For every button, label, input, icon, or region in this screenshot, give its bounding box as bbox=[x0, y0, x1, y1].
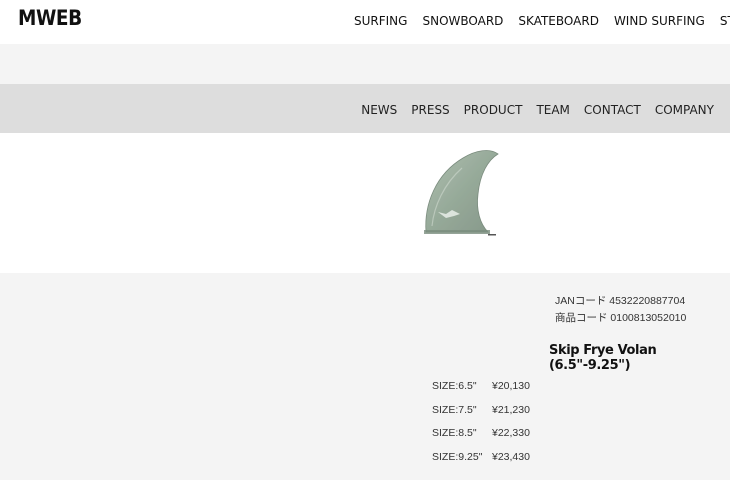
product-title: Skip Frye Volan (6.5"-9.25") bbox=[549, 343, 657, 373]
size-row: SIZE:6.5" ¥20,130 bbox=[432, 380, 530, 404]
product-image-area bbox=[0, 133, 730, 273]
subnav-contact[interactable]: CONTACT bbox=[584, 103, 641, 117]
price: ¥21,230 bbox=[492, 403, 530, 416]
subnav-press[interactable]: PRESS bbox=[411, 103, 449, 117]
subnav-product[interactable]: PRODUCT bbox=[464, 103, 523, 117]
subnav-company[interactable]: COMPANY bbox=[655, 103, 714, 117]
subnav-team[interactable]: TEAM bbox=[536, 103, 569, 117]
product-info: JANコード 4532220887704 商品コード 0100813052010… bbox=[0, 273, 730, 480]
top-header: MWEB SURFING SNOWBOARD SKATEBOARD WIND SURF… bbox=[0, 0, 730, 44]
size-label: SIZE:8.5" bbox=[432, 427, 477, 439]
size-row: SIZE:7.5" ¥21,230 bbox=[432, 404, 530, 428]
nav-wind-surfing[interactable]: WIND SURFING bbox=[614, 14, 705, 28]
spacer-band bbox=[0, 44, 730, 84]
size-label: SIZE:7.5" bbox=[432, 403, 477, 416]
nav-skateboard[interactable]: SKATEBOARD bbox=[518, 14, 599, 28]
nav-snowboard[interactable]: SNOWBOARD bbox=[422, 14, 503, 28]
size-row: SIZE:9.25" ¥23,430 bbox=[432, 451, 530, 475]
size-price-list: SIZE:6.5" ¥20,130 SIZE:7.5" ¥21,230 SIZE:8… bbox=[432, 380, 530, 474]
subnav-news[interactable]: NEWS bbox=[361, 103, 397, 117]
sub-nav-bar: NEWS PRESS PRODUCT TEAM CONTACT COMPANY bbox=[0, 84, 730, 133]
size-row: SIZE:8.5" ¥22,330 bbox=[432, 427, 530, 451]
main-nav: SURFING SNOWBOARD SKATEBOARD WIND SURFING ST… bbox=[354, 12, 730, 30]
price: ¥22,330 bbox=[492, 427, 530, 439]
product-codes: JANコード 4532220887704 商品コード 0100813052010 bbox=[555, 293, 686, 327]
jan-code: JANコード 4532220887704 bbox=[555, 295, 686, 307]
price: ¥20,130 bbox=[492, 380, 530, 392]
nav-surfing[interactable]: SURFING bbox=[354, 14, 407, 28]
nav-sup[interactable]: STAND UP PADDLE BOARD bbox=[720, 14, 730, 28]
size-label: SIZE:6.5" bbox=[432, 380, 477, 392]
price: ¥23,430 bbox=[492, 450, 530, 463]
sub-nav: NEWS PRESS PRODUCT TEAM CONTACT COMPANY bbox=[347, 101, 714, 119]
site-logo[interactable]: MWEB bbox=[18, 6, 82, 30]
item-code: 商品コード 0100813052010 bbox=[555, 312, 687, 324]
size-label: SIZE:9.25" bbox=[432, 450, 483, 463]
surf-fin-image bbox=[424, 150, 499, 236]
